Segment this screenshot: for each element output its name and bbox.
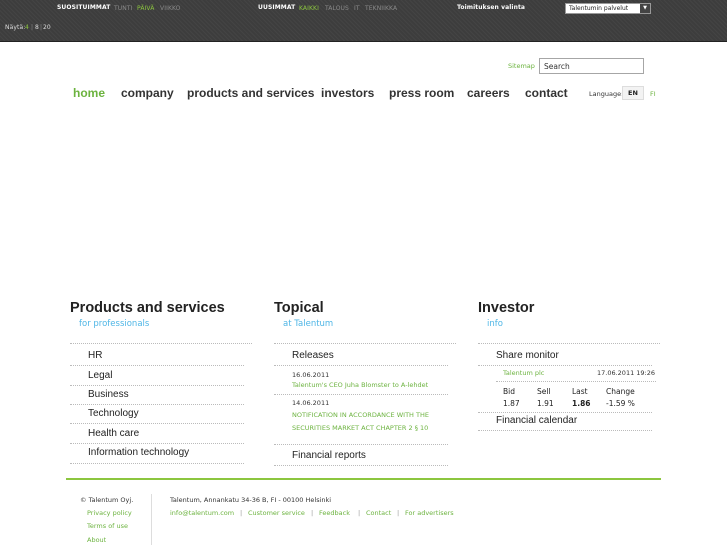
divider <box>274 444 448 445</box>
show-label: Näytä: <box>5 24 26 31</box>
privacy-policy-link[interactable]: Privacy policy <box>87 509 132 517</box>
footer-rule <box>66 478 661 480</box>
investor-title: Investor <box>478 300 535 316</box>
language-label: Language: <box>589 90 624 98</box>
topical-subtitle: at Talentum <box>283 319 334 329</box>
footer-divider <box>151 494 152 545</box>
tab-all[interactable]: KAIKKI <box>299 5 319 12</box>
share-value-bid: 1.87 <box>503 399 520 408</box>
contact-link[interactable]: Contact <box>366 509 391 517</box>
news-date: 16.06.2011 <box>292 371 330 379</box>
share-header-change: Change <box>606 387 635 396</box>
sitemap-link[interactable]: Sitemap <box>508 62 535 70</box>
divider <box>70 404 244 405</box>
latest-label: UUSIMMAT <box>258 4 296 11</box>
popular-label: SUOSITUIMMAT <box>57 4 111 11</box>
show-option-8[interactable]: 8 <box>35 24 39 31</box>
tab-week[interactable]: VIIKKO <box>160 5 181 12</box>
show-option-4[interactable]: 4 <box>25 24 29 31</box>
news-link[interactable]: SECURITIES MARKET ACT CHAPTER 2 § 10 <box>292 422 428 434</box>
advertisers-link[interactable]: For advertisers <box>405 509 454 517</box>
terms-of-use-link[interactable]: Terms of use <box>87 522 128 530</box>
product-item-business[interactable]: Business <box>88 389 129 400</box>
editor-choice-label: Toimituksen valinta <box>457 4 526 11</box>
divider <box>274 343 456 344</box>
separator: | <box>31 24 34 31</box>
show-option-20[interactable]: 20 <box>43 24 51 31</box>
company-address: Talentum, Annankatu 34-36 B, FI - 00100 … <box>170 496 332 504</box>
share-value-sell: 1.91 <box>537 399 554 408</box>
releases-link[interactable]: Releases <box>292 350 334 361</box>
nav-home[interactable]: home <box>73 86 105 100</box>
feedback-link[interactable]: Feedback <box>319 509 350 517</box>
divider <box>70 365 244 366</box>
divider <box>496 381 656 382</box>
divider <box>70 463 244 464</box>
divider <box>274 394 448 395</box>
investor-subtitle: info <box>487 319 503 329</box>
divider <box>478 343 660 344</box>
product-item-legal[interactable]: Legal <box>88 370 112 381</box>
about-link[interactable]: About <box>87 536 106 544</box>
tab-it[interactable]: IT <box>354 5 360 12</box>
product-item-health-care[interactable]: Health care <box>88 428 139 439</box>
search-input[interactable]: Search <box>539 58 644 74</box>
chevron-down-icon[interactable]: ▼ <box>640 4 650 13</box>
product-item-hr[interactable]: HR <box>88 350 102 361</box>
tab-economy[interactable]: TALOUS <box>325 5 349 12</box>
services-select[interactable]: Talentumin palvelut ▼ <box>565 3 651 14</box>
customer-service-link[interactable]: Customer service <box>248 509 305 517</box>
nav-press-room[interactable]: press room <box>389 86 454 100</box>
share-value-change: -1.59 % <box>606 399 635 408</box>
nav-products-and-services[interactable]: products and services <box>187 86 314 100</box>
share-header-last: Last <box>572 387 588 396</box>
products-subtitle: for professionals <box>79 319 150 329</box>
divider <box>70 423 244 424</box>
separator: | <box>358 509 361 517</box>
share-value-last: 1.86 <box>572 399 591 408</box>
products-title: Products and services <box>70 300 225 316</box>
language-fi-link[interactable]: FI <box>650 90 656 98</box>
company-link[interactable]: Talentum plc <box>503 367 544 379</box>
divider <box>70 343 252 344</box>
tab-hour[interactable]: TUNTI <box>114 5 132 12</box>
separator: | <box>40 24 43 31</box>
tab-day[interactable]: PÄIVÄ <box>137 5 154 12</box>
product-item-technology[interactable]: Technology <box>88 408 139 419</box>
nav-investors[interactable]: investors <box>321 86 374 100</box>
separator: | <box>240 509 243 517</box>
separator: | <box>397 509 400 517</box>
share-header-sell: Sell <box>537 387 551 396</box>
email-link[interactable]: info@talentum.com <box>170 509 234 517</box>
financial-reports-link[interactable]: Financial reports <box>292 450 366 461</box>
share-header-bid: Bid <box>503 387 515 396</box>
nav-contact[interactable]: contact <box>525 86 568 100</box>
divider <box>478 412 652 413</box>
top-bar: SUOSITUIMMAT TUNTI PÄIVÄ VIIKKO UUSIMMAT… <box>0 0 727 42</box>
financial-calendar-link[interactable]: Financial calendar <box>496 415 577 426</box>
divider <box>70 443 244 444</box>
services-select-value: Talentumin palvelut <box>569 5 629 12</box>
divider <box>478 430 652 431</box>
divider <box>70 385 244 386</box>
news-link[interactable]: NOTIFICATION IN ACCORDANCE WITH THE <box>292 409 429 421</box>
product-item-information-technology[interactable]: Information technology <box>88 447 189 458</box>
tab-technology[interactable]: TEKNIIKKA <box>365 5 397 12</box>
topical-title: Topical <box>274 300 324 316</box>
language-en-button[interactable]: EN <box>622 86 644 100</box>
nav-company[interactable]: company <box>121 86 174 100</box>
nav-careers[interactable]: careers <box>467 86 510 100</box>
divider <box>478 365 652 366</box>
news-link[interactable]: Talentum's CEO Juha Blomster to A-lehdet <box>292 379 428 391</box>
copyright: © Talentum Oyj. <box>80 496 134 504</box>
divider <box>274 465 448 466</box>
share-timestamp: 17.06.2011 19:26 <box>597 369 656 377</box>
separator: | <box>311 509 314 517</box>
share-monitor-label: Share monitor <box>496 350 559 361</box>
news-date: 14.06.2011 <box>292 399 330 407</box>
divider <box>274 365 448 366</box>
